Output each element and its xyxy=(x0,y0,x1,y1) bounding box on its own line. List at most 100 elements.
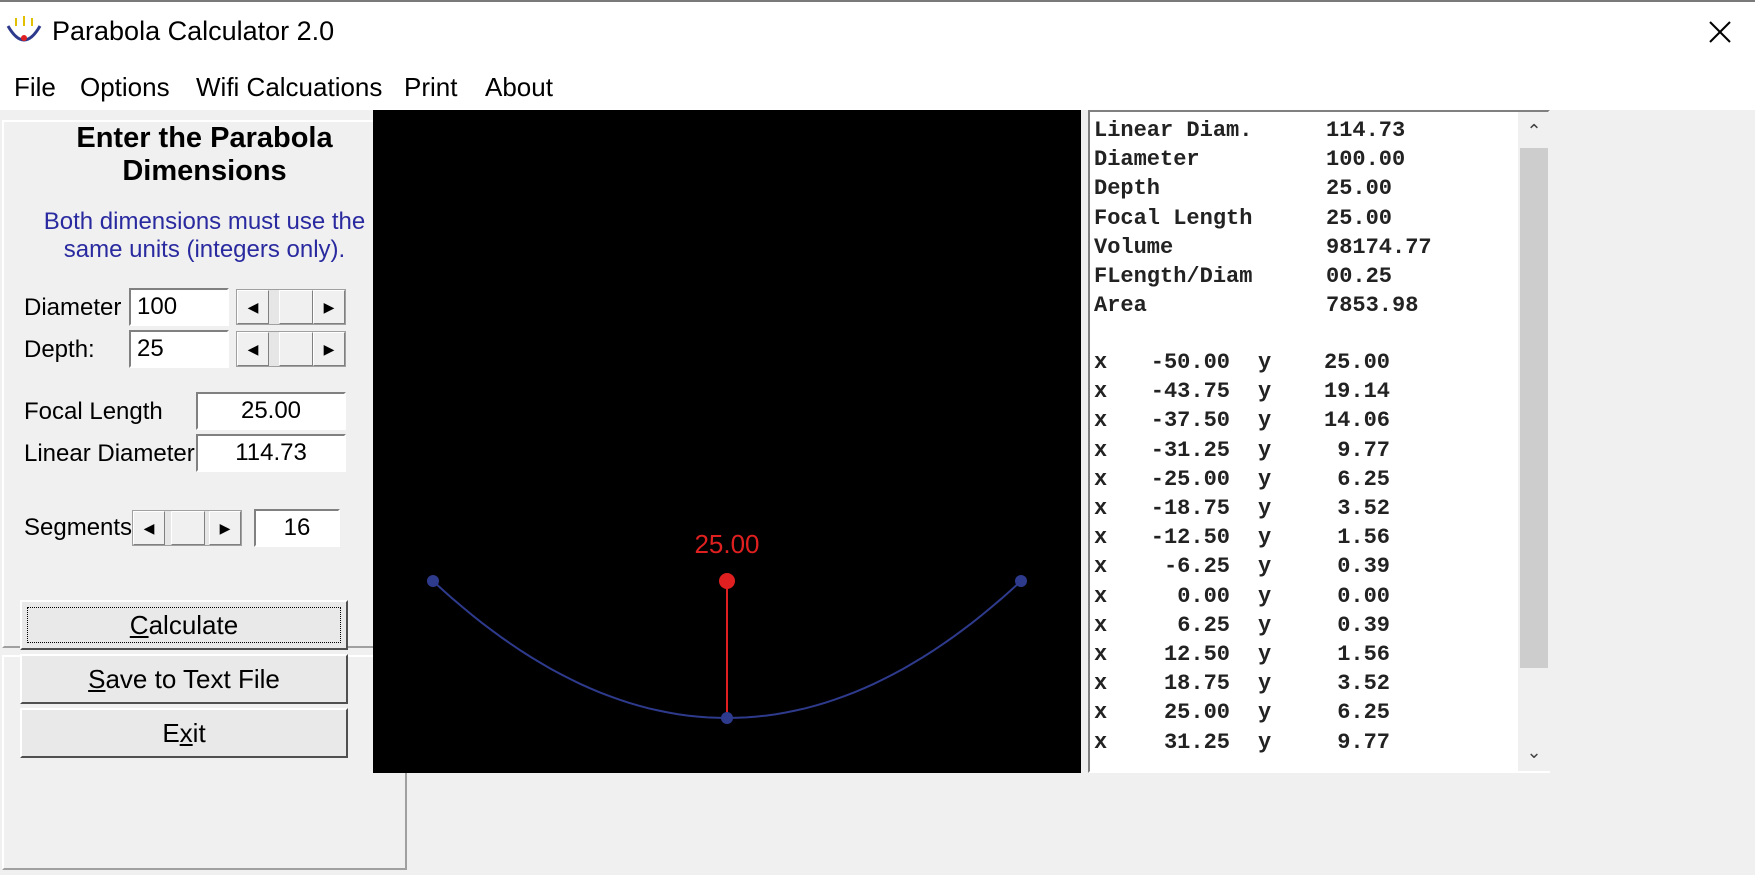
y-label: y xyxy=(1258,671,1272,697)
y-value: 0.39 xyxy=(1337,554,1390,580)
y-value: 9.77 xyxy=(1337,729,1390,755)
right-rim-point xyxy=(1015,575,1027,587)
scroll-left-icon[interactable]: ◀ xyxy=(133,511,165,545)
y-label: y xyxy=(1258,437,1272,463)
y-label: y xyxy=(1258,583,1272,609)
menu-wifi-calculations[interactable]: Wifi Calcuations xyxy=(194,72,384,103)
results-scrollbar[interactable]: ⌃ ⌄ xyxy=(1518,112,1550,771)
x-value: -25.00 xyxy=(1150,466,1230,492)
x-label: x xyxy=(1094,729,1108,755)
scroll-down-icon[interactable]: ⌄ xyxy=(1518,735,1550,769)
menu-print[interactable]: Print xyxy=(402,72,459,103)
y-value: 3.52 xyxy=(1337,496,1390,521)
scroll-up-icon[interactable]: ⌃ xyxy=(1518,114,1550,148)
x-label: x xyxy=(1094,525,1108,551)
app-icon xyxy=(6,16,42,42)
exit-button[interactable]: Exit xyxy=(20,708,348,758)
point-row: x -12.50 y 1.56 xyxy=(1094,525,1514,554)
x-label: x xyxy=(1094,583,1108,609)
scroll-right-icon[interactable]: ▶ xyxy=(209,511,241,545)
y-label: y xyxy=(1258,466,1272,492)
dimensions-panel: Enter the Parabola Dimensions Both dimen… xyxy=(2,120,407,648)
focal-length-field xyxy=(196,392,346,430)
y-value: 19.14 xyxy=(1323,379,1390,405)
point-row: x -43.75 y 19.14 xyxy=(1094,379,1514,408)
scroll-right-icon[interactable]: ▶ xyxy=(313,290,345,324)
focal-length-label: Focal Length xyxy=(24,398,163,425)
parabola-canvas: 25.00 xyxy=(373,110,1081,773)
x-value: 18.75 xyxy=(1163,671,1230,697)
x-label: x xyxy=(1094,554,1108,580)
save-label: Save to Text File xyxy=(88,664,280,694)
linear-diameter-label: Linear Diameter xyxy=(24,440,195,467)
summary-label: Area xyxy=(1094,293,1147,319)
close-button[interactable] xyxy=(1700,12,1740,52)
x-label: x xyxy=(1094,642,1108,667)
point-row: x -50.00 y 25.00 xyxy=(1094,350,1514,379)
diameter-slider[interactable]: ◀ ▶ xyxy=(236,289,346,325)
segments-slider[interactable]: ◀ ▶ xyxy=(132,510,242,546)
focus-ring xyxy=(27,607,341,643)
close-icon xyxy=(1709,21,1731,43)
focus-point xyxy=(719,573,735,589)
save-to-text-file-button[interactable]: Save to Text File xyxy=(20,654,348,704)
y-value: 9.77 xyxy=(1337,437,1390,463)
y-label: y xyxy=(1258,554,1272,580)
scroll-left-icon[interactable]: ◀ xyxy=(237,290,269,324)
x-label: x xyxy=(1094,700,1108,726)
summary-label: Focal Length xyxy=(1094,205,1253,231)
x-label: x xyxy=(1094,408,1108,434)
slider-thumb[interactable] xyxy=(279,332,313,366)
x-value: 6.25 xyxy=(1177,612,1230,638)
slider-thumb[interactable] xyxy=(279,290,313,324)
x-value: -43.75 xyxy=(1150,379,1230,405)
menu-options[interactable]: Options xyxy=(78,72,172,103)
y-value: 6.25 xyxy=(1337,466,1390,492)
left-rim-point xyxy=(427,575,439,587)
y-label: y xyxy=(1258,379,1272,405)
summary-value: 25.00 xyxy=(1326,205,1393,231)
scroll-left-icon[interactable]: ◀ xyxy=(237,332,269,366)
point-row: x 31.25 y 9.77 xyxy=(1094,730,1514,759)
menu-file[interactable]: File xyxy=(12,72,58,103)
summary-value: 100.00 xyxy=(1326,147,1406,173)
x-value: -31.25 xyxy=(1150,437,1230,463)
x-value: -12.50 xyxy=(1150,525,1230,551)
y-value: 1.56 xyxy=(1337,525,1390,551)
summary-label: Diameter xyxy=(1094,147,1200,173)
point-row: x 18.75 y 3.52 xyxy=(1094,671,1514,700)
panel-heading-line1: Enter the Parabola xyxy=(76,122,333,154)
summary-label: FLength/Diam xyxy=(1094,264,1253,289)
calculate-button[interactable]: Calculate xyxy=(20,600,348,650)
menu-bar: File Options Wifi Calcuations Print Abou… xyxy=(0,66,1755,110)
scroll-right-icon[interactable]: ▶ xyxy=(313,332,345,366)
y-label: y xyxy=(1258,408,1272,434)
segments-label: Segments xyxy=(24,514,133,541)
summary-label: Depth xyxy=(1094,176,1161,202)
summary-value: 98174.77 xyxy=(1326,234,1432,260)
y-value: 6.25 xyxy=(1337,700,1390,726)
x-label: x xyxy=(1094,350,1108,375)
menu-about[interactable]: About xyxy=(483,72,555,103)
x-label: x xyxy=(1094,437,1108,463)
x-label: x xyxy=(1094,671,1108,697)
diameter-input[interactable] xyxy=(129,288,229,326)
summary-value: 7853.98 xyxy=(1326,293,1419,319)
segments-input[interactable] xyxy=(254,509,340,547)
depth-input[interactable] xyxy=(129,330,229,368)
y-label: y xyxy=(1258,729,1272,755)
y-label: y xyxy=(1258,350,1272,375)
focal-length-label: 25.00 xyxy=(694,529,759,559)
point-row: x -25.00 y 6.25 xyxy=(1094,467,1514,496)
x-label: x xyxy=(1094,466,1108,492)
y-value: 14.06 xyxy=(1323,408,1390,434)
depth-slider[interactable]: ◀ ▶ xyxy=(236,331,346,367)
results-list: Linear Diam. 114.73 Diameter 100.00 Depth 25.… xyxy=(1088,110,1550,773)
x-value: 31.25 xyxy=(1163,729,1230,755)
scrollbar-thumb[interactable] xyxy=(1520,148,1548,668)
y-label: y xyxy=(1258,496,1272,521)
summary-value: 114.73 xyxy=(1326,118,1406,143)
linear-diameter-field xyxy=(196,434,346,472)
x-value: -6.25 xyxy=(1163,554,1230,580)
slider-thumb[interactable] xyxy=(171,511,205,545)
